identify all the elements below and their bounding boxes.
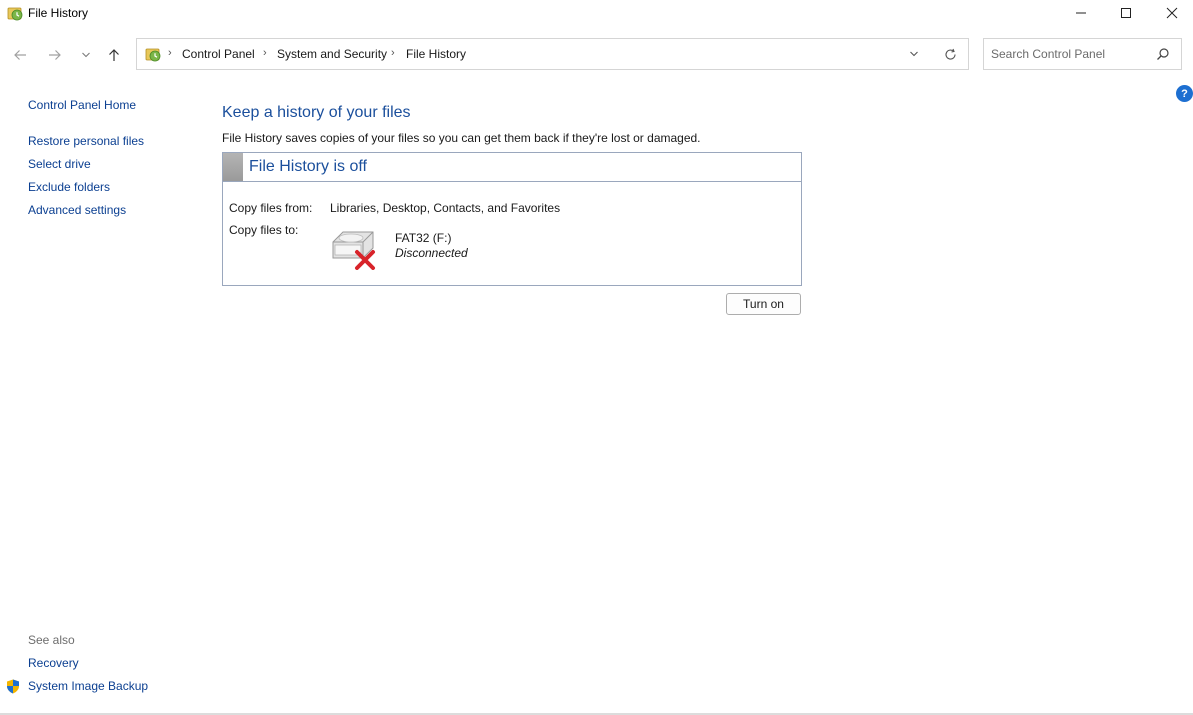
uac-shield-icon [7,679,19,694]
chevron-down-icon [910,51,918,57]
copy-to-label: Copy files to: [229,223,299,237]
recovery-link[interactable]: Recovery [28,656,79,670]
address-dropdown-button[interactable] [905,45,923,63]
refresh-button[interactable] [941,45,959,63]
status-panel-header: File History is off [223,153,801,182]
arrow-left-icon [14,50,26,60]
search-box[interactable] [983,38,1182,70]
restore-personal-files-link[interactable]: Restore personal files [28,134,144,148]
status-title: File History is off [249,158,367,175]
select-drive-link[interactable]: Select drive [28,157,91,171]
forward-button[interactable] [44,43,66,67]
search-input[interactable] [991,46,1151,62]
copy-from-label: Copy files from: [229,201,313,215]
arrow-up-icon [109,49,119,61]
chevron-right-icon: › [168,47,172,59]
chevron-right-icon: › [263,47,267,59]
breadcrumb-file-history[interactable]: File History [406,47,466,61]
turn-on-button[interactable]: Turn on [726,293,801,315]
disconnected-drive-icon [332,231,375,270]
copy-from-value: Libraries, Desktop, Contacts, and Favori… [330,201,561,215]
minimize-icon [1076,12,1086,14]
arrow-right-icon [49,50,61,60]
close-button[interactable] [1149,0,1193,26]
exclude-folders-link[interactable]: Exclude folders [28,180,110,194]
breadcrumb-control-panel[interactable]: Control Panel [182,47,255,61]
refresh-icon [944,48,956,60]
maximize-button[interactable] [1103,0,1149,26]
back-button[interactable] [9,43,31,67]
maximize-icon [1121,8,1131,18]
recent-locations-button[interactable] [75,43,97,67]
control-panel-home-link[interactable]: Control Panel Home [28,98,136,112]
address-bar[interactable]: › Control Panel › System and Security › … [136,38,969,70]
see-also-label: See also [28,633,75,647]
file-history-icon [7,7,23,21]
search-icon[interactable] [1156,47,1170,61]
title-bar: File History [0,0,1193,28]
window-title: File History [28,6,89,20]
up-button[interactable] [103,43,125,67]
chevron-right-icon: › [391,47,395,59]
chevron-down-icon [82,52,90,58]
status-panel: File History is off Copy files from: Lib… [222,152,802,286]
drive-name: FAT32 (F:) [395,231,452,245]
breadcrumb-system-and-security[interactable]: System and Security [277,47,387,61]
system-image-backup-link[interactable]: System Image Backup [28,679,148,693]
help-icon[interactable]: ? [1176,85,1193,102]
close-icon [1166,7,1178,19]
status-stripe [223,153,243,181]
minimize-button[interactable] [1058,0,1104,26]
page-heading: Keep a history of your files [222,104,411,121]
advanced-settings-link[interactable]: Advanced settings [28,203,126,217]
page-description: File History saves copies of your files … [222,131,701,145]
drive-status: Disconnected [395,246,468,260]
file-history-icon [145,48,161,62]
